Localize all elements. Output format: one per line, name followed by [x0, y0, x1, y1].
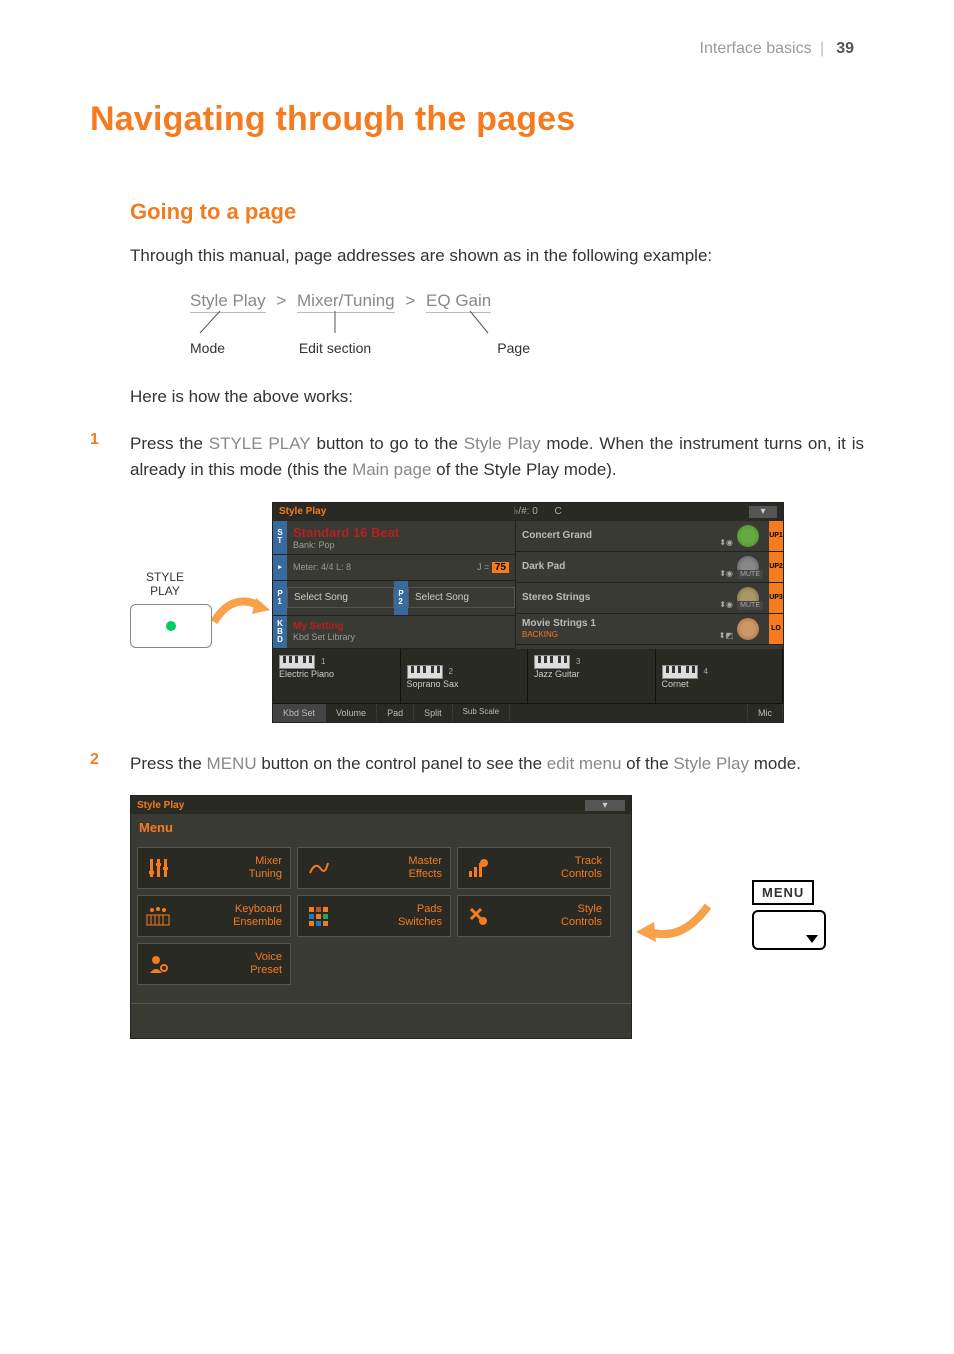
menu-style-controls[interactable]: StyleControls: [457, 895, 611, 937]
arrow-icon: [632, 902, 712, 932]
track-icon: [466, 856, 490, 880]
effects-icon: [306, 856, 330, 880]
arrow-icon: [212, 592, 272, 632]
menu-keyboard-ensemble[interactable]: KeyboardEnsemble: [137, 895, 291, 937]
tab-split[interactable]: Split: [414, 704, 453, 722]
here-text: Here is how the above works:: [130, 384, 864, 410]
step2-text: Press the MENU button on the control pan…: [130, 751, 864, 777]
running-head: Interface basics |39: [700, 40, 854, 58]
bc-mode: Style Play: [190, 291, 266, 313]
dropdown-icon[interactable]: ▾: [749, 506, 777, 518]
screen2-title: Style Play: [137, 800, 184, 811]
menu-track-controls[interactable]: TrackControls: [457, 847, 611, 889]
legend-edit: Edit section: [260, 340, 410, 356]
hw-button-label: STYLE PLAY: [130, 570, 200, 598]
menu-label: Menu: [131, 814, 631, 841]
menu-hw-label: MENU: [752, 880, 814, 905]
st-badge: ST: [273, 521, 287, 554]
edit-menu-screen: Style Play ▾ Menu MixerTuning MasterEffe…: [130, 795, 632, 1039]
voice-icon: [146, 952, 170, 976]
sound-lo[interactable]: Movie Strings 1: [522, 618, 596, 629]
legend-page: Page: [410, 340, 530, 356]
intro-text: Through this manual, page addresses are …: [130, 243, 864, 269]
section-heading: Going to a page: [130, 199, 864, 225]
kbd-slot-4[interactable]: 4Cornet: [656, 649, 784, 703]
select-song-1[interactable]: Select Song: [287, 587, 394, 608]
piano-icon: [737, 525, 759, 547]
tab-pad[interactable]: Pad: [377, 704, 414, 722]
dropdown-icon[interactable]: ▾: [585, 800, 625, 811]
page-number: 39: [836, 40, 854, 57]
menu-voice-preset[interactable]: VoicePreset: [137, 943, 291, 985]
tab-mic[interactable]: Mic: [748, 704, 783, 722]
tempo-value[interactable]: 75: [492, 562, 509, 573]
menu-hw-button[interactable]: [752, 910, 826, 950]
step-number: 2: [90, 751, 130, 769]
style-play-screen: Style Play ♭/#: 0 C ▾ ST Standard 16 Bea…: [272, 502, 784, 723]
pads-icon: [306, 904, 330, 928]
guitar-icon: [737, 618, 759, 640]
kbd-slot-2[interactable]: 2Soprano Sax: [401, 649, 529, 703]
kbd-slot-3[interactable]: 3Jazz Guitar: [528, 649, 656, 703]
keyboard-icon: [146, 904, 170, 928]
bc-page: EQ Gain: [426, 291, 491, 313]
sliders-icon: [146, 856, 170, 880]
bc-edit: Mixer/Tuning: [297, 291, 395, 313]
legend-mode: Mode: [190, 340, 260, 356]
menu-master-effects[interactable]: MasterEffects: [297, 847, 451, 889]
page-title: Navigating through the pages: [90, 100, 864, 139]
screenshot-menu: Style Play ▾ Menu MixerTuning MasterEffe…: [130, 795, 864, 1039]
sound-up2[interactable]: Dark Pad: [522, 561, 565, 572]
section-name: Interface basics: [700, 40, 812, 57]
tab-subscale[interactable]: Sub Scale: [453, 704, 510, 722]
step1-text: Press the STYLE PLAY button to go to the…: [130, 431, 864, 484]
screenshot-style-play: STYLE PLAY Style Play ♭/#: 0 C ▾ ST Stan…: [130, 502, 864, 723]
sound-up3[interactable]: Stereo Strings: [522, 592, 590, 603]
style-ctrl-icon: [466, 904, 490, 928]
kbd-set-name[interactable]: My Setting: [293, 621, 355, 632]
style-play-hw-button[interactable]: [130, 604, 212, 648]
step-number: 1: [90, 431, 130, 449]
kbd-slot-1[interactable]: 1Electric Piano: [273, 649, 401, 703]
screen-title: Style Play: [279, 506, 326, 517]
select-song-2[interactable]: Select Song: [408, 587, 515, 608]
menu-pads-switches[interactable]: PadsSwitches: [297, 895, 451, 937]
breadcrumb-diagram: Style Play > Mixer/Tuning > EQ Gain Mode…: [190, 291, 864, 356]
sound-up1[interactable]: Concert Grand: [522, 530, 592, 541]
tab-kbdset[interactable]: Kbd Set: [273, 704, 326, 722]
menu-mixer-tuning[interactable]: MixerTuning: [137, 847, 291, 889]
style-name[interactable]: Standard 16 Beat: [293, 525, 399, 540]
tab-volume[interactable]: Volume: [326, 704, 377, 722]
